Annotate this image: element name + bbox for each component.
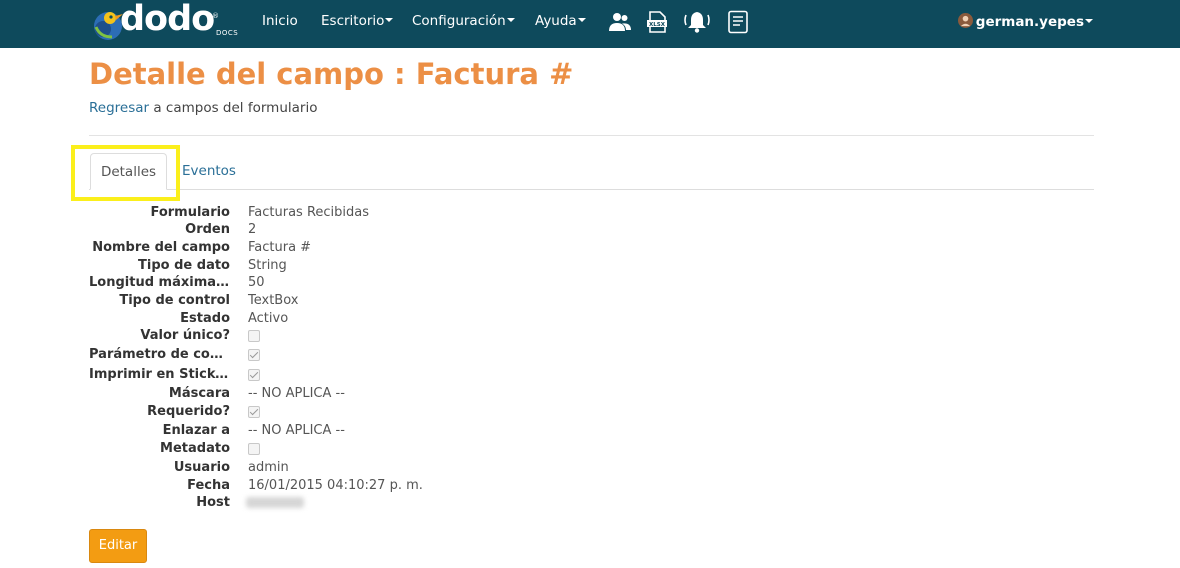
page-title: Detalle del campo : Factura # xyxy=(89,57,574,91)
logo-wordmark: dodo xyxy=(120,0,215,39)
logo-subtitle: DOCS xyxy=(216,29,239,37)
value-tipo-control: TextBox xyxy=(248,293,299,308)
label-parametro-consulta: Parámetro de consu… xyxy=(89,347,230,362)
label-requerido: Requerido? xyxy=(147,404,230,419)
users-icon[interactable] xyxy=(608,10,632,34)
user-menu[interactable]: german.yepes xyxy=(957,13,1093,30)
value-orden: 2 xyxy=(248,222,257,237)
caret-down-icon xyxy=(385,18,394,22)
label-nombre-campo: Nombre del campo xyxy=(92,240,230,255)
label-host: Host xyxy=(196,495,230,510)
edit-button[interactable]: Editar xyxy=(89,529,147,563)
label-formulario: Formulario xyxy=(150,205,230,220)
checkbox-valor-unico[interactable] xyxy=(248,330,260,342)
highlight-box xyxy=(71,145,180,201)
checkbox-requerido[interactable] xyxy=(248,406,260,418)
label-valor-unico: Valor único? xyxy=(140,328,230,343)
nav-escritorio-label: Escritorio xyxy=(321,13,385,29)
divider xyxy=(89,135,1094,136)
nav-inicio[interactable]: Inicio xyxy=(262,13,298,29)
svg-text:XLSX: XLSX xyxy=(649,22,666,28)
nav-configuracion[interactable]: Configuración xyxy=(412,13,515,29)
nav-ayuda-label: Ayuda xyxy=(535,13,577,29)
user-avatar-icon xyxy=(957,13,973,28)
value-fecha: 16/01/2015 04:10:27 p. m. xyxy=(248,478,423,493)
back-text: a campos del formulario xyxy=(149,100,318,116)
value-nombre-campo: Factura # xyxy=(248,240,312,255)
tab-eventos[interactable]: Eventos xyxy=(182,163,236,179)
value-host-redacted xyxy=(246,497,304,508)
checkbox-imprimir-sticker[interactable] xyxy=(248,369,260,381)
caret-down-icon xyxy=(1085,19,1093,23)
nav-ayuda[interactable]: Ayuda xyxy=(535,13,586,29)
label-imprimir-sticker: Imprimir en Sticker? xyxy=(89,367,230,382)
label-enlazar-a: Enlazar a xyxy=(162,423,230,438)
dodo-docs-logo[interactable]: dodo ® DOCS xyxy=(90,0,240,43)
caret-down-icon xyxy=(506,18,515,22)
checkbox-metadato[interactable] xyxy=(248,443,260,455)
nav-configuracion-label: Configuración xyxy=(412,13,506,29)
label-orden: Orden xyxy=(185,222,230,237)
value-estado: Activo xyxy=(248,311,289,326)
bell-icon[interactable] xyxy=(683,10,711,34)
label-tipo-control: Tipo de control xyxy=(119,293,230,308)
back-link[interactable]: Regresar xyxy=(89,100,149,116)
value-usuario: admin xyxy=(248,460,289,475)
value-longitud-maxima: 50 xyxy=(248,275,265,290)
document-list-icon[interactable] xyxy=(726,10,750,34)
value-tipo-dato: String xyxy=(248,258,287,273)
tabs-baseline xyxy=(89,189,1094,190)
checkbox-parametro-consulta[interactable] xyxy=(248,349,260,361)
label-metadato: Metadato xyxy=(160,441,230,456)
xlsx-file-icon[interactable]: XLSX xyxy=(645,10,669,34)
label-usuario: Usuario xyxy=(173,460,230,475)
label-estado: Estado xyxy=(180,311,230,326)
user-name: german.yepes xyxy=(975,14,1084,30)
label-tipo-dato: Tipo de dato xyxy=(138,258,230,273)
nav-inicio-label: Inicio xyxy=(262,13,298,29)
top-navbar: dodo ® DOCS Inicio Escritorio Configurac… xyxy=(0,0,1180,48)
caret-down-icon xyxy=(577,18,586,22)
label-longitud-maxima: Longitud máxima de… xyxy=(89,275,230,290)
label-mascara: Máscara xyxy=(168,386,230,401)
value-enlazar-a: -- NO APLICA -- xyxy=(248,423,345,438)
logo-registered-mark: ® xyxy=(212,12,219,20)
nav-escritorio[interactable]: Escritorio xyxy=(321,13,394,29)
back-line: Regresar a campos del formulario xyxy=(89,100,317,116)
label-fecha: Fecha xyxy=(187,478,230,493)
value-mascara: -- NO APLICA -- xyxy=(248,386,345,401)
value-formulario: Facturas Recibidas xyxy=(248,205,370,220)
